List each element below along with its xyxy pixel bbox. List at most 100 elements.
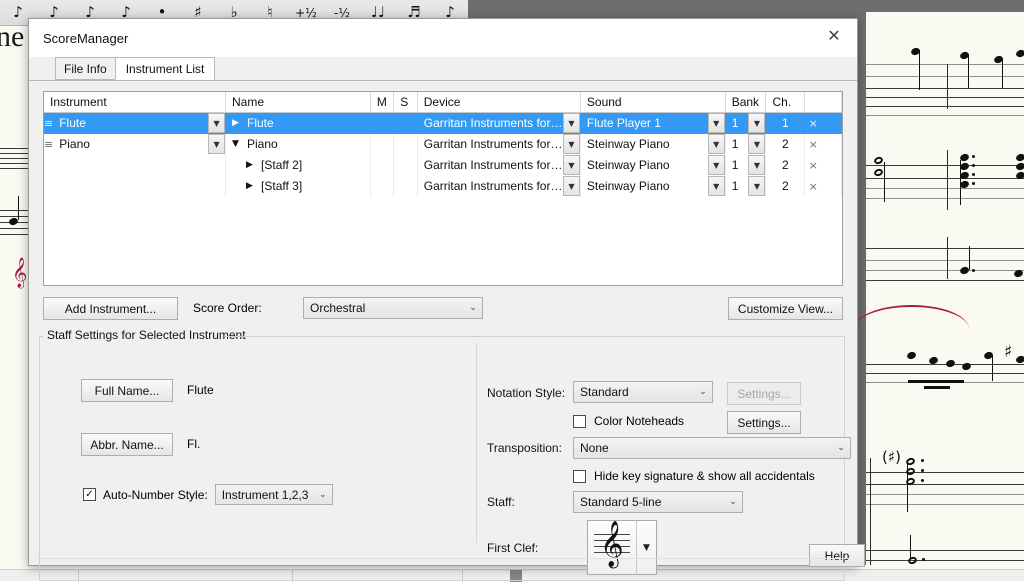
- table-row[interactable]: ▶ [Staff 3] Garritan Instruments for ...…: [44, 176, 842, 197]
- bank-dropdown-arrow[interactable]: ▼: [748, 176, 765, 196]
- cell-mute[interactable]: [370, 176, 393, 197]
- column-header-s[interactable]: S: [394, 92, 417, 112]
- chevron-down-icon[interactable]: ⌄: [694, 387, 712, 397]
- cell-remove[interactable]: ×: [805, 112, 842, 134]
- bank-dropdown-arrow[interactable]: ▼: [748, 134, 765, 154]
- color-noteheads-settings-button[interactable]: Settings...: [727, 411, 801, 434]
- remove-row-icon[interactable]: ×: [805, 180, 821, 193]
- sound-dropdown-arrow[interactable]: ▼: [708, 176, 725, 196]
- cell-instrument[interactable]: [44, 155, 226, 176]
- cell-solo[interactable]: [394, 155, 417, 176]
- add-instrument-button[interactable]: Add Instrument...: [43, 297, 178, 320]
- cell-mute[interactable]: [370, 155, 393, 176]
- instrument-dropdown-arrow[interactable]: ▼: [208, 113, 225, 133]
- cell-solo[interactable]: [394, 176, 417, 197]
- color-noteheads-checkbox[interactable]: [573, 415, 586, 428]
- cell-device[interactable]: Garritan Instruments for ... ▼: [417, 112, 580, 134]
- table-row[interactable]: ≡ Flute ▼ ▶ Flute: [44, 112, 842, 134]
- instrument-dropdown-arrow[interactable]: ▼: [208, 134, 225, 154]
- auto-number-style-select[interactable]: Instrument 1,2,3 ⌄: [215, 484, 333, 505]
- cell-mute[interactable]: [370, 112, 393, 134]
- column-header-bank[interactable]: Bank: [725, 92, 766, 112]
- drag-handle-icon[interactable]: ≡: [44, 117, 53, 130]
- notation-style-select[interactable]: Standard ⌄: [573, 381, 713, 403]
- cell-name[interactable]: ▶ [Staff 3]: [226, 176, 371, 197]
- column-header-device[interactable]: Device: [417, 92, 580, 112]
- remove-row-icon[interactable]: ×: [805, 138, 821, 151]
- clef-dropdown-arrow[interactable]: ▼: [636, 520, 656, 575]
- hide-key-signature-checkbox[interactable]: [573, 470, 586, 483]
- palette-item-raise-half[interactable]: +½: [288, 7, 324, 19]
- chevron-down-icon[interactable]: ⌄: [464, 303, 482, 313]
- device-dropdown-arrow[interactable]: ▼: [563, 176, 580, 196]
- sound-dropdown-arrow[interactable]: ▼: [708, 134, 725, 154]
- cell-remove[interactable]: ×: [805, 155, 842, 176]
- cell-instrument[interactable]: ≡ Flute ▼: [44, 112, 226, 134]
- cell-bank[interactable]: 1 ▼: [725, 134, 766, 155]
- cell-device[interactable]: Garritan Instruments for ... ▼: [417, 155, 580, 176]
- cell-mute[interactable]: [370, 134, 393, 155]
- cell-bank[interactable]: 1 ▼: [725, 155, 766, 176]
- cell-name[interactable]: ▶ [Staff 2]: [226, 155, 371, 176]
- expand-icon[interactable]: ▶: [246, 160, 256, 170]
- cell-sound[interactable]: Flute Player 1 ▼: [580, 112, 725, 134]
- remove-row-icon[interactable]: ×: [805, 159, 821, 172]
- cell-channel[interactable]: 2: [766, 134, 805, 155]
- bank-dropdown-arrow[interactable]: ▼: [748, 113, 765, 133]
- table-row[interactable]: ≡ Piano ▼ ▼ Piano: [44, 134, 842, 155]
- abbr-name-button[interactable]: Abbr. Name...: [81, 433, 173, 456]
- help-button[interactable]: Help: [809, 544, 865, 567]
- chevron-down-icon[interactable]: ⌄: [832, 443, 850, 453]
- column-header-sound[interactable]: Sound: [580, 92, 725, 112]
- cell-instrument[interactable]: [44, 176, 226, 197]
- notehead: [945, 359, 956, 369]
- cell-bank[interactable]: 1 ▼: [725, 176, 766, 197]
- instrument-table[interactable]: Instrument Name M S Device Sound Bank Ch…: [43, 91, 843, 286]
- transposition-select[interactable]: None ⌄: [573, 437, 851, 459]
- table-row[interactable]: ▶ [Staff 2] Garritan Instruments for ...…: [44, 155, 842, 176]
- sound-dropdown-arrow[interactable]: ▼: [708, 113, 725, 133]
- cell-name[interactable]: ▼ Piano: [226, 134, 371, 155]
- column-header-m[interactable]: M: [370, 92, 393, 112]
- device-dropdown-arrow[interactable]: ▼: [563, 134, 580, 154]
- expand-icon[interactable]: ▶: [246, 181, 256, 191]
- palette-item-lower-half[interactable]: -½: [324, 7, 360, 19]
- cell-channel[interactable]: 2: [766, 155, 805, 176]
- cell-device[interactable]: Garritan Instruments for ... ▼: [417, 134, 580, 155]
- cell-sound[interactable]: Steinway Piano ▼: [580, 176, 725, 197]
- staff-type-select[interactable]: Standard 5-line ⌄: [573, 491, 743, 513]
- score-order-select[interactable]: Orchestral ⌄: [303, 297, 483, 319]
- cell-channel[interactable]: 2: [766, 176, 805, 197]
- cell-solo[interactable]: [394, 112, 417, 134]
- drag-handle-icon[interactable]: ≡: [44, 138, 53, 151]
- cell-remove[interactable]: ×: [805, 176, 842, 197]
- chevron-down-icon[interactable]: ⌄: [724, 497, 742, 507]
- cell-name[interactable]: ▶ Flute: [226, 112, 371, 134]
- remove-row-icon[interactable]: ×: [805, 117, 821, 130]
- column-header-name[interactable]: Name: [226, 92, 371, 112]
- column-header-ch[interactable]: Ch.: [766, 92, 805, 112]
- cell-instrument[interactable]: ≡ Piano ▼: [44, 134, 226, 155]
- cell-channel[interactable]: 1: [766, 112, 805, 134]
- expand-icon[interactable]: ▶: [232, 118, 242, 128]
- cell-remove[interactable]: ×: [805, 134, 842, 155]
- auto-number-checkbox[interactable]: ✓: [83, 488, 96, 501]
- full-name-button[interactable]: Full Name...: [81, 379, 173, 402]
- bank-dropdown-arrow[interactable]: ▼: [748, 155, 765, 175]
- chevron-down-icon[interactable]: ⌄: [314, 490, 332, 500]
- first-clef-button[interactable]: 𝄞 ▼: [587, 520, 657, 575]
- cell-bank[interactable]: 1 ▼: [725, 112, 766, 134]
- collapse-icon[interactable]: ▼: [232, 139, 242, 149]
- device-dropdown-arrow[interactable]: ▼: [563, 155, 580, 175]
- cell-device[interactable]: Garritan Instruments for ... ▼: [417, 176, 580, 197]
- cell-sound[interactable]: Steinway Piano ▼: [580, 134, 725, 155]
- tab-instrument-list[interactable]: Instrument List: [115, 57, 216, 80]
- cell-solo[interactable]: [394, 134, 417, 155]
- device-dropdown-arrow[interactable]: ▼: [563, 113, 580, 133]
- tab-file-info[interactable]: File Info: [55, 57, 116, 80]
- cell-sound[interactable]: Steinway Piano ▼: [580, 155, 725, 176]
- close-icon[interactable]: ✕: [811, 19, 857, 51]
- column-header-instrument[interactable]: Instrument: [44, 92, 226, 112]
- sound-dropdown-arrow[interactable]: ▼: [708, 155, 725, 175]
- customize-view-button[interactable]: Customize View...: [728, 297, 843, 320]
